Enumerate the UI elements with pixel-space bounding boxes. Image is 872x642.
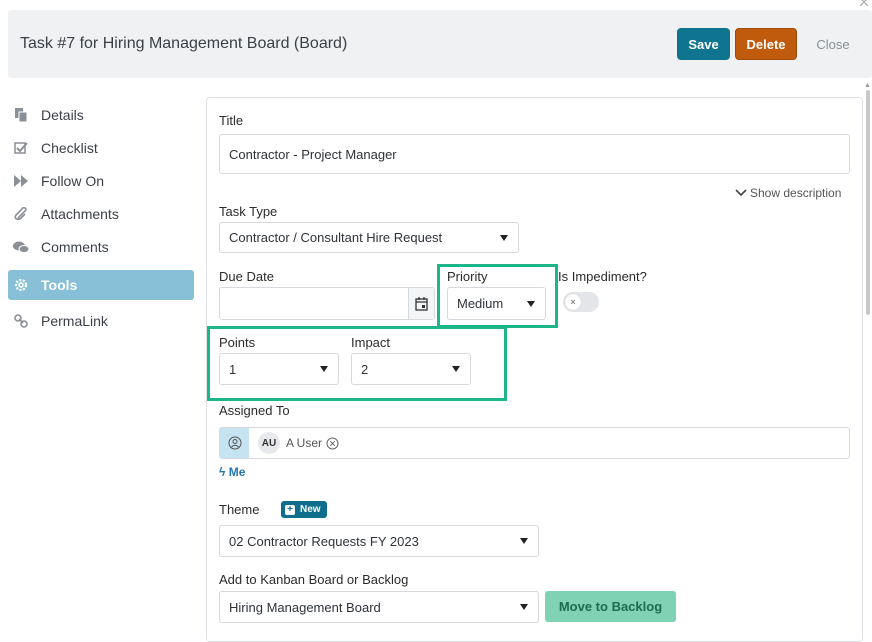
new-theme-label: New — [300, 504, 321, 515]
close-icon[interactable] — [858, 0, 872, 7]
task-type-value: Contractor / Consultant Hire Request — [229, 230, 443, 245]
gear-icon — [13, 277, 29, 293]
sidebar-item-details[interactable]: Details — [8, 98, 194, 131]
calendar-icon[interactable] — [408, 288, 434, 319]
task-type-select[interactable]: Contractor / Consultant Hire Request — [219, 222, 519, 253]
move-to-backlog-button[interactable]: Move to Backlog — [545, 591, 676, 622]
avatar: AU — [258, 432, 280, 454]
sidebar-item-comments[interactable]: Comments — [8, 230, 194, 263]
sidebar-item-label: Tools — [41, 277, 78, 293]
scroll-up-arrow-icon[interactable]: ▲ — [864, 82, 872, 90]
save-button[interactable]: Save — [677, 28, 730, 60]
sidebar-item-permalink[interactable]: PermaLink — [8, 304, 194, 337]
show-description-link[interactable]: Show description — [735, 186, 841, 200]
impediment-toggle[interactable]: × — [563, 292, 599, 312]
plus-icon: + — [285, 504, 295, 515]
title-input[interactable]: Contractor - Project Manager — [219, 134, 850, 174]
sidebar-item-checklist[interactable]: Checklist — [8, 131, 194, 164]
theme-select[interactable]: 02 Contractor Requests FY 2023 — [219, 525, 539, 557]
board-value: Hiring Management Board — [229, 599, 381, 615]
show-description-label: Show description — [750, 186, 842, 200]
new-theme-button[interactable]: + New — [281, 501, 327, 518]
priority-highlight — [437, 264, 558, 328]
modal-header: Task #7 for Hiring Management Board (Boa… — [8, 10, 872, 78]
close-icon: × — [565, 294, 581, 310]
impact-label: Impact — [351, 335, 391, 350]
points-value: 1 — [229, 361, 237, 377]
assign-me-label: Me — [228, 465, 246, 479]
paperclip-icon — [13, 206, 29, 222]
sidebar-item-label: Comments — [41, 238, 109, 255]
due-date-input[interactable] — [219, 287, 435, 320]
assign-me-link[interactable]: ϟ Me — [219, 465, 245, 479]
close-button[interactable]: Close — [808, 28, 858, 60]
title-label: Title — [219, 113, 244, 128]
points-select[interactable]: 1 — [219, 353, 339, 385]
board-select[interactable]: Hiring Management Board — [219, 591, 539, 623]
chevron-down-icon — [452, 366, 460, 372]
impediment-label: Is Impediment? — [558, 269, 647, 284]
chevron-down-icon — [500, 234, 508, 241]
modal-title: Task #7 for Hiring Management Board (Boa… — [20, 35, 348, 52]
assigned-to-input[interactable]: AU A User — [219, 427, 850, 459]
due-date-label: Due Date — [219, 269, 274, 284]
theme-value: 02 Contractor Requests FY 2023 — [229, 533, 419, 549]
points-label: Points — [219, 335, 256, 350]
sidebar-item-label: Details — [41, 106, 84, 123]
task-type-label: Task Type — [219, 204, 278, 219]
theme-label: Theme — [219, 502, 260, 517]
sidebar-item-label: PermaLink — [41, 312, 108, 329]
user-icon[interactable] — [220, 428, 249, 458]
scrollbar-thumb[interactable] — [866, 90, 870, 315]
impact-select[interactable]: 2 — [351, 353, 471, 385]
copy-icon — [13, 107, 29, 123]
sidebar-item-follow-on[interactable]: Follow On — [8, 164, 194, 197]
chevron-down-icon — [320, 366, 328, 372]
bolt-icon: ϟ — [219, 465, 226, 479]
assignee-name: A User — [286, 436, 323, 450]
chevron-down-icon — [520, 604, 528, 610]
sidebar-item-attachments[interactable]: Attachments — [8, 197, 194, 230]
checkbox-icon — [13, 140, 29, 156]
chevron-down-icon — [520, 538, 528, 544]
sidebar-item-label: Checklist — [41, 139, 98, 156]
sidebar-item-tools[interactable]: Tools — [8, 270, 194, 300]
sidebar-item-label: Attachments — [41, 205, 119, 222]
link-icon — [13, 313, 29, 329]
sidebar-item-label: Follow On — [41, 172, 105, 189]
impact-value: 2 — [361, 361, 369, 377]
board-label: Add to Kanban Board or Backlog — [219, 572, 409, 587]
assignee-chip: AU A User — [258, 432, 339, 454]
fast-forward-icon — [13, 173, 29, 189]
assigned-to-label: Assigned To — [219, 403, 290, 418]
sidebar-nav: Details Checklist Follow On Attachments … — [8, 98, 194, 337]
delete-button[interactable]: Delete — [735, 28, 797, 60]
comments-icon — [13, 239, 29, 255]
chevron-down-icon — [735, 189, 747, 197]
remove-circle-icon[interactable] — [326, 437, 339, 450]
